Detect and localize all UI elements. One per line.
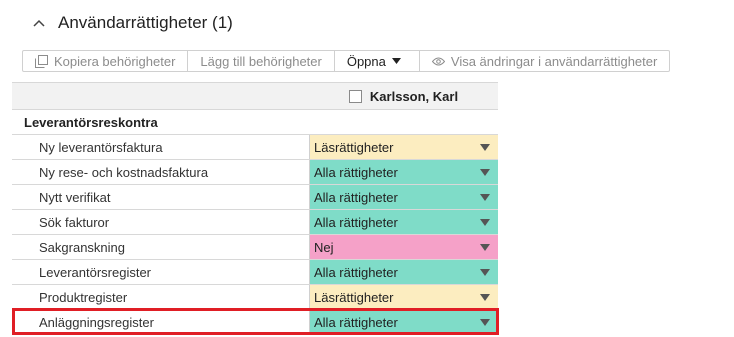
table-row: Ny rese- och kostnadsfaktura Alla rättigh… <box>12 160 498 185</box>
row-label: Leverantörsregister <box>39 264 151 280</box>
table-row: Nytt verifikat Alla rättigheter <box>12 185 498 210</box>
row-label: Anläggningsregister <box>39 314 154 330</box>
table-row: Sakgranskning Nej <box>12 235 498 260</box>
add-permissions-label: Lägg till behörigheter <box>200 53 322 69</box>
permission-value: Alla rättigheter <box>314 164 398 180</box>
row-label: Produktregister <box>39 289 128 305</box>
permission-select[interactable]: Nej <box>309 235 498 259</box>
dropdown-arrow-icon <box>480 218 490 226</box>
row-label: Sakgranskning <box>39 239 125 255</box>
permission-select[interactable]: Alla rättigheter <box>309 210 498 234</box>
copy-icon <box>35 54 48 68</box>
permission-value: Nej <box>314 239 334 255</box>
permission-value: Läsrättigheter <box>314 139 394 155</box>
dropdown-arrow-icon <box>480 293 490 301</box>
permission-value: Läsrättigheter <box>314 289 394 305</box>
show-changes-button[interactable]: Visa ändringar i användarrättigheter <box>419 50 671 72</box>
permission-select[interactable]: Alla rättigheter <box>309 260 498 284</box>
permission-value: Alla rättigheter <box>314 314 398 330</box>
dropdown-arrow-icon <box>480 318 490 326</box>
copy-permissions-button[interactable]: Kopiera behörigheter <box>22 50 189 72</box>
dropdown-arrow-icon <box>480 193 490 201</box>
permission-select[interactable]: Läsrättigheter <box>309 285 498 309</box>
table-row: Produktregister Läsrättigheter <box>12 285 498 310</box>
dropdown-arrow-icon <box>480 243 490 251</box>
row-label: Nytt verifikat <box>39 189 111 205</box>
table-row: Ny leverantörsfaktura Läsrättigheter <box>12 135 498 160</box>
table-row: Anläggningsregister Alla rättigheter <box>12 310 498 335</box>
open-label: Öppna <box>346 53 386 69</box>
user-header-row: Karlsson, Karl <box>12 82 498 110</box>
chevron-up-icon[interactable] <box>28 12 50 34</box>
permission-select[interactable]: Alla rättigheter <box>309 160 498 184</box>
group-heading: Leverantörsreskontra <box>12 110 498 135</box>
user-name: Karlsson, Karl <box>369 88 459 104</box>
permission-value: Alla rättigheter <box>314 189 398 205</box>
table-row: Leverantörsregister Alla rättigheter <box>12 260 498 285</box>
dropdown-arrow-icon <box>480 268 490 276</box>
section-title: Användarrättigheter (1) <box>58 13 233 32</box>
permissions-grid: Karlsson, Karl Leverantörsreskontra Ny l… <box>12 82 498 335</box>
caret-down-icon <box>391 58 401 64</box>
row-label: Ny leverantörsfaktura <box>39 139 163 155</box>
permission-select[interactable]: Alla rättigheter <box>309 185 498 209</box>
row-label: Sök fakturor <box>39 214 110 230</box>
user-column-header: Karlsson, Karl <box>309 83 498 109</box>
section-header: Användarrättigheter (1) <box>28 9 233 37</box>
add-permissions-button[interactable]: Lägg till behörigheter <box>188 50 335 72</box>
row-label: Ny rese- och kostnadsfaktura <box>39 164 209 180</box>
table-row: Sök fakturor Alla rättigheter <box>12 210 498 235</box>
dropdown-arrow-icon <box>480 168 490 176</box>
copy-permissions-label: Kopiera behörigheter <box>54 53 176 69</box>
toolbar: Kopiera behörigheter Lägg till behörighe… <box>22 50 671 72</box>
permission-select[interactable]: Läsrättigheter <box>309 135 498 159</box>
dropdown-arrow-icon <box>480 143 490 151</box>
eye-icon <box>431 57 445 65</box>
permission-rows: Ny leverantörsfaktura Läsrättigheter Ny re… <box>12 135 498 335</box>
permission-value: Alla rättigheter <box>314 264 398 280</box>
open-dropdown-button[interactable]: Öppna <box>334 50 420 72</box>
user-checkbox[interactable] <box>348 89 362 103</box>
permission-select[interactable]: Alla rättigheter <box>309 310 498 334</box>
show-changes-label: Visa ändringar i användarrättigheter <box>450 53 658 69</box>
permission-value: Alla rättigheter <box>314 214 398 230</box>
